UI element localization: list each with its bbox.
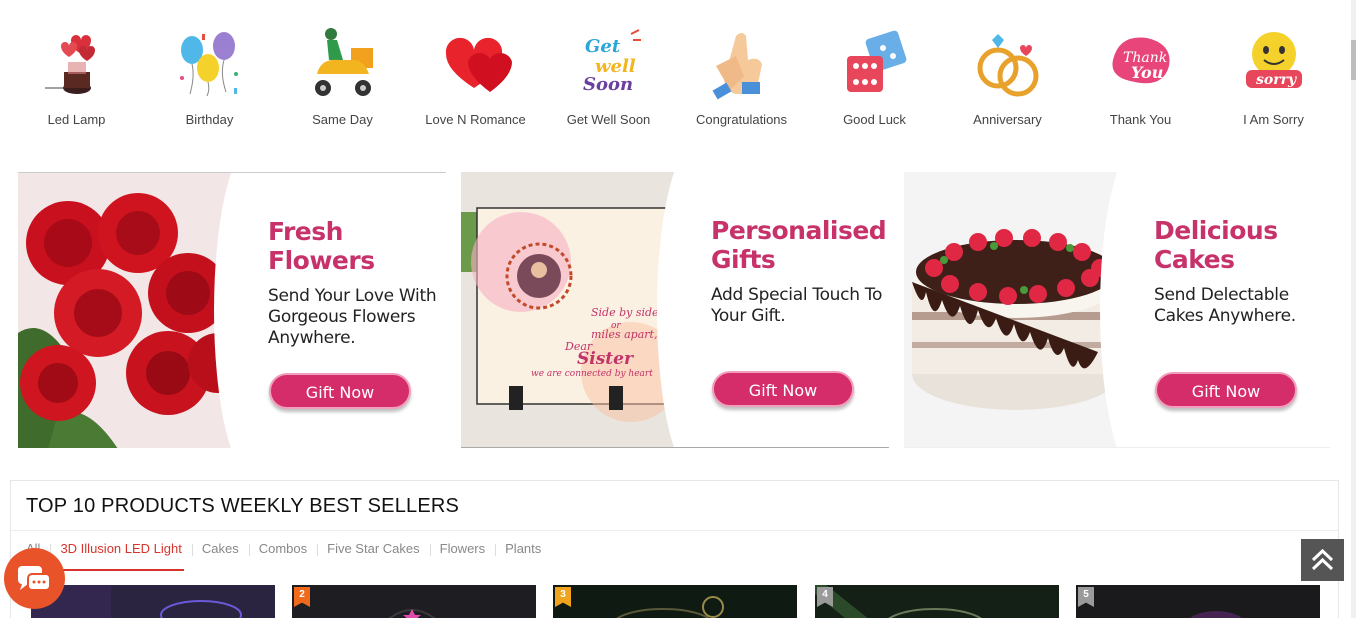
double-chevron-up-icon <box>1311 548 1334 571</box>
get-well-text: Soon <box>583 74 633 95</box>
product-card[interactable]: 4 <box>815 585 1059 618</box>
banner-fresh-flowers[interactable]: Fresh Flowers Send Your Love With Gorgeou… <box>18 172 446 448</box>
category-thank-you[interactable]: Thank You Thank You <box>1074 26 1207 127</box>
category-led-lamp[interactable]: Led Lamp <box>10 26 143 127</box>
category-label: Love N Romance <box>425 112 526 127</box>
banner-curve <box>657 172 701 447</box>
category-label: I Am Sorry <box>1243 112 1304 127</box>
banner-subtitle: Add Special Touch To Your Gift. <box>711 285 883 326</box>
product-card[interactable]: 3 <box>553 585 797 618</box>
category-label: Thank You <box>1109 112 1172 127</box>
banner-title: Fresh Flowers <box>268 217 375 275</box>
banner-delicious-cakes[interactable]: Delicious Cakes Send Delectable Cakes Any… <box>904 172 1330 448</box>
category-label: Good Luck <box>843 112 906 127</box>
dice-icon <box>839 26 911 102</box>
tile-text: Sister <box>577 349 634 369</box>
get-well-soon-icon: Get well Soon <box>573 26 645 102</box>
category-get-well-soon[interactable]: Get well Soon Get Well Soon <box>542 26 675 127</box>
category-label: Same Day <box>312 112 373 127</box>
category-i-am-sorry[interactable]: sorry I Am Sorry <box>1207 26 1340 127</box>
led-lamp-icon <box>41 26 113 102</box>
rings-icon <box>972 26 1044 102</box>
tab-cakes[interactable]: Cakes <box>191 541 249 567</box>
tab-flowers[interactable]: Flowers <box>429 541 496 567</box>
tile-text: Side by side <box>591 306 659 319</box>
tab-plants[interactable]: Plants <box>495 541 551 567</box>
banner-text: Personalised Gifts Add Special Touch To Y… <box>711 216 889 327</box>
product-card[interactable] <box>31 585 275 618</box>
best-sellers-section: TOP 10 PRODUCTS WEEKLY BEST SELLERS All … <box>10 480 1339 618</box>
category-congratulations[interactable]: Congratulations <box>675 26 808 127</box>
category-birthday[interactable]: Birthday <box>143 26 276 127</box>
category-love-n-romance[interactable]: Love N Romance <box>409 26 542 127</box>
thank-you-text: You <box>1131 63 1163 82</box>
product-tabs: All 3D Illusion LED Light Cakes Combos F… <box>26 541 551 571</box>
section-title: TOP 10 PRODUCTS WEEKLY BEST SELLERS <box>26 495 460 517</box>
tile-text: miles apart, <box>591 328 657 341</box>
category-same-day[interactable]: Same Day <box>276 26 409 127</box>
banner-title: Personalised Gifts <box>711 216 887 274</box>
category-anniversary[interactable]: Anniversary <box>941 26 1074 127</box>
category-label: Get Well Soon <box>566 112 651 127</box>
personalised-tile-image: Side by side or miles apart, Dear Sister… <box>461 172 701 447</box>
scrollbar-thumb[interactable] <box>1351 40 1356 80</box>
hearts-icon <box>440 26 512 102</box>
banner-curve <box>1100 172 1144 447</box>
category-label: Anniversary <box>973 112 1042 127</box>
category-label: Led Lamp <box>47 112 106 127</box>
category-label: Birthday <box>185 112 234 127</box>
gift-now-button[interactable]: Gift Now <box>269 373 411 409</box>
tab-combos[interactable]: Combos <box>248 541 317 567</box>
sorry-smiley-icon: sorry <box>1238 26 1310 102</box>
banner-title: Delicious Cakes <box>1154 216 1278 274</box>
product-card[interactable]: 5 <box>1076 585 1320 618</box>
cake-image <box>904 172 1144 447</box>
tab-five-star-cakes[interactable]: Five Star Cakes <box>317 541 429 567</box>
gift-now-button[interactable]: Gift Now <box>1155 372 1297 408</box>
banner-personalised-gifts[interactable]: Side by side or miles apart, Dear Sister… <box>461 172 889 448</box>
banner-text: Fresh Flowers Send Your Love With Gorgeou… <box>268 217 446 349</box>
banner-curve <box>214 173 258 448</box>
chat-bubbles-icon <box>18 566 51 591</box>
product-card[interactable]: 2 <box>292 585 536 618</box>
category-good-luck[interactable]: Good Luck <box>808 26 941 127</box>
thank-you-icon: Thank You <box>1105 26 1177 102</box>
divider <box>11 530 1338 531</box>
banner-subtitle: Send Your Love With Gorgeous Flowers Any… <box>268 286 437 348</box>
delivery-scooter-icon <box>307 26 379 102</box>
back-to-top-button[interactable] <box>1301 539 1344 581</box>
banner-subtitle: Send Delectable Cakes Anywhere. <box>1154 285 1296 326</box>
category-strip: Led Lamp Birthday Same Day Love N Romanc… <box>10 26 1340 136</box>
roses-image <box>18 173 258 448</box>
balloons-icon <box>174 26 246 102</box>
tab-3d-illusion-led-light[interactable]: 3D Illusion LED Light <box>50 541 191 571</box>
banner-text: Delicious Cakes Send Delectable Cakes Any… <box>1154 216 1330 327</box>
sorry-text: sorry <box>1256 72 1297 88</box>
tile-text: we are connected by heart <box>531 369 653 379</box>
page-scrollbar[interactable] <box>1351 0 1356 618</box>
get-well-text: Get <box>585 36 621 57</box>
gift-now-button[interactable]: Gift Now <box>712 371 854 407</box>
live-chat-button[interactable] <box>4 548 65 609</box>
clapping-hands-icon <box>706 26 778 102</box>
category-label: Congratulations <box>695 112 788 127</box>
